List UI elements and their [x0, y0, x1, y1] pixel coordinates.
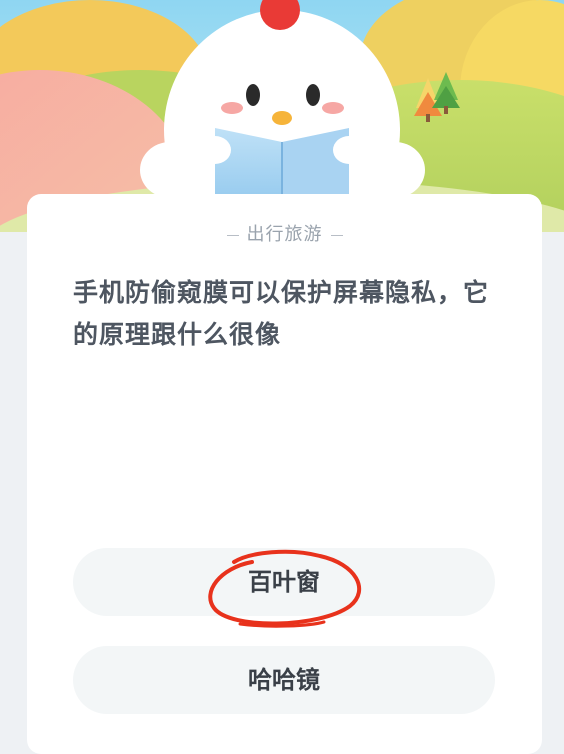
category-label: 出行旅游: [27, 220, 542, 246]
category-text: 出行旅游: [246, 224, 323, 245]
question-text: 手机防偷窥膜可以保护屏幕隐私，它的原理跟什么很像: [73, 278, 490, 349]
option-a-label: 百叶窗: [248, 568, 320, 596]
category-dash-left: [226, 234, 239, 236]
option-button-b[interactable]: 哈哈镜: [73, 646, 495, 714]
quiz-card: 出行旅游 手机防偷窥膜可以保护屏幕隐私，它的原理跟什么很像 百叶窗 哈哈镜: [27, 194, 542, 754]
option-b-label: 哈哈镜: [248, 666, 320, 694]
category-dash-right: [330, 234, 343, 236]
option-button-a[interactable]: 百叶窗: [73, 548, 495, 616]
